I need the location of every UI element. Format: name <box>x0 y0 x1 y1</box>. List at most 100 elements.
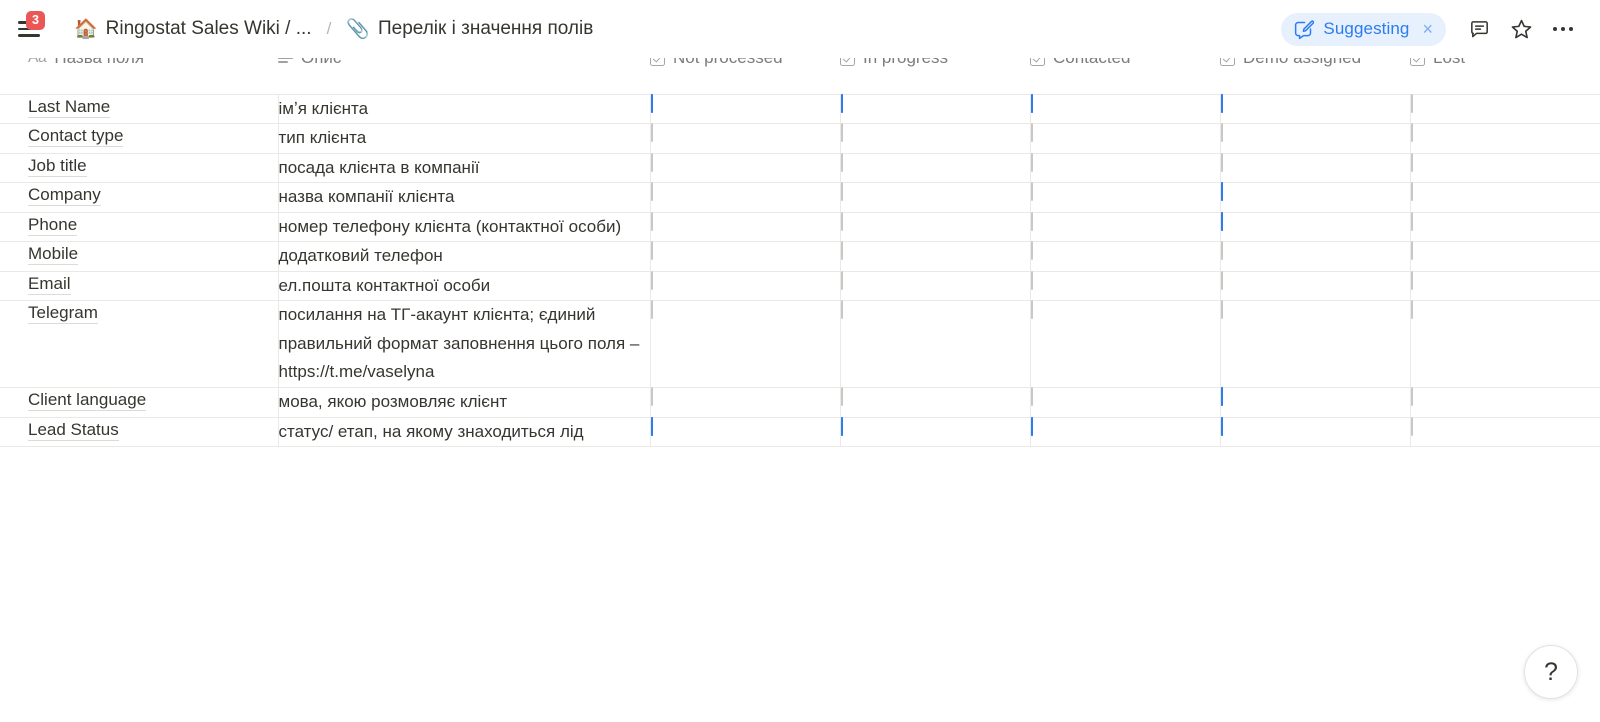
field-name-link[interactable]: Contact type <box>28 126 124 148</box>
checkbox-in-progress[interactable] <box>840 416 843 436</box>
cell-demo-assigned[interactable] <box>1220 416 1411 448</box>
checkbox-not-processed[interactable] <box>650 93 653 113</box>
cell-field-name[interactable]: Contact type <box>28 123 279 154</box>
checkbox-lost[interactable] <box>1410 416 1413 436</box>
checkbox-not-processed[interactable] <box>650 300 653 320</box>
cell-lost[interactable] <box>1410 211 1600 243</box>
checkbox-demo-assigned[interactable] <box>1220 123 1223 143</box>
cell-not-processed[interactable] <box>650 241 841 272</box>
column-header-not-processed[interactable]: Not processed <box>650 58 840 95</box>
breadcrumb-item-workspace[interactable]: 🏠 Ringostat Sales Wiki / ... <box>68 15 318 43</box>
cell-contacted[interactable] <box>1030 211 1221 243</box>
cell-lost[interactable] <box>1410 300 1600 388</box>
column-header-contacted[interactable]: Contacted <box>1030 58 1220 95</box>
column-header-description[interactable]: Опис <box>278 58 650 95</box>
field-name-link[interactable]: Last Name <box>28 96 111 118</box>
cell-lost[interactable] <box>1410 152 1600 184</box>
cell-field-name[interactable]: Last Name <box>28 94 279 125</box>
close-icon[interactable]: × <box>1422 20 1433 38</box>
suggesting-mode-pill[interactable]: Suggesting × <box>1281 12 1446 46</box>
cell-demo-assigned[interactable] <box>1220 123 1411 154</box>
cell-not-processed[interactable] <box>650 182 841 213</box>
cell-field-description[interactable]: назва компанії клієнта <box>278 182 651 213</box>
checkbox-not-processed[interactable] <box>650 211 653 231</box>
cell-contacted[interactable] <box>1030 300 1221 388</box>
field-name-link[interactable]: Telegram <box>28 303 98 325</box>
checkbox-lost[interactable] <box>1410 123 1413 143</box>
checkbox-in-progress[interactable] <box>840 182 843 202</box>
checkbox-contacted[interactable] <box>1030 123 1033 143</box>
cell-not-processed[interactable] <box>650 211 841 243</box>
cell-in-progress[interactable] <box>840 152 1031 184</box>
cell-in-progress[interactable] <box>840 182 1031 213</box>
field-name-link[interactable]: Client language <box>28 389 147 411</box>
cell-in-progress[interactable] <box>840 386 1031 418</box>
cell-not-processed[interactable] <box>650 123 841 154</box>
checkbox-in-progress[interactable] <box>840 123 843 143</box>
cell-lost[interactable] <box>1410 123 1600 154</box>
checkbox-in-progress[interactable] <box>840 270 843 290</box>
checkbox-contacted[interactable] <box>1030 270 1033 290</box>
checkbox-contacted[interactable] <box>1030 241 1033 261</box>
cell-contacted[interactable] <box>1030 270 1221 302</box>
checkbox-demo-assigned[interactable] <box>1220 416 1223 436</box>
cell-field-description[interactable]: посада клієнта в компанії <box>278 153 651 184</box>
checkbox-lost[interactable] <box>1410 386 1413 406</box>
cell-in-progress[interactable] <box>840 93 1031 125</box>
cell-in-progress[interactable] <box>840 270 1031 302</box>
cell-field-description[interactable]: посилання на ТГ-акаунт клієнта; єдиний п… <box>278 300 651 388</box>
checkbox-demo-assigned[interactable] <box>1220 386 1223 406</box>
column-header-lost[interactable]: Lost <box>1410 58 1600 95</box>
field-name-link[interactable]: Mobile <box>28 244 79 266</box>
cell-demo-assigned[interactable] <box>1220 241 1411 272</box>
cell-lost[interactable] <box>1410 416 1600 448</box>
column-header-name[interactable]: Aa Назва поля <box>28 58 278 95</box>
checkbox-not-processed[interactable] <box>650 270 653 290</box>
cell-field-description[interactable]: мова, якою розмовляє клієнт <box>278 387 651 418</box>
cell-demo-assigned[interactable] <box>1220 182 1411 213</box>
cell-contacted[interactable] <box>1030 93 1221 125</box>
field-name-link[interactable]: Lead Status <box>28 419 119 441</box>
checkbox-lost[interactable] <box>1410 270 1413 290</box>
checkbox-contacted[interactable] <box>1030 211 1033 231</box>
checkbox-lost[interactable] <box>1410 182 1413 202</box>
checkbox-demo-assigned[interactable] <box>1220 182 1223 202</box>
help-button[interactable]: ? <box>1524 645 1578 699</box>
favorite-button[interactable] <box>1502 10 1540 48</box>
cell-in-progress[interactable] <box>840 123 1031 154</box>
cell-demo-assigned[interactable] <box>1220 386 1411 418</box>
cell-field-name[interactable]: Lead Status <box>28 417 279 448</box>
cell-field-description[interactable]: тип клієнта <box>278 123 651 154</box>
checkbox-not-processed[interactable] <box>650 123 653 143</box>
cell-contacted[interactable] <box>1030 386 1221 418</box>
checkbox-contacted[interactable] <box>1030 152 1033 172</box>
checkbox-in-progress[interactable] <box>840 93 843 113</box>
field-name-link[interactable]: Phone <box>28 214 78 236</box>
checkbox-lost[interactable] <box>1410 152 1413 172</box>
cell-in-progress[interactable] <box>840 241 1031 272</box>
field-name-link[interactable]: Job title <box>28 155 87 177</box>
cell-contacted[interactable] <box>1030 123 1221 154</box>
checkbox-in-progress[interactable] <box>840 241 843 261</box>
cell-field-name[interactable]: Job title <box>28 153 279 184</box>
checkbox-not-processed[interactable] <box>650 386 653 406</box>
checkbox-contacted[interactable] <box>1030 93 1033 113</box>
cell-demo-assigned[interactable] <box>1220 270 1411 302</box>
checkbox-not-processed[interactable] <box>650 416 653 436</box>
cell-field-name[interactable]: Company <box>28 182 279 213</box>
cell-contacted[interactable] <box>1030 416 1221 448</box>
cell-field-name[interactable]: Client language <box>28 387 279 418</box>
cell-not-processed[interactable] <box>650 93 841 125</box>
checkbox-demo-assigned[interactable] <box>1220 270 1223 290</box>
cell-demo-assigned[interactable] <box>1220 300 1411 388</box>
cell-lost[interactable] <box>1410 386 1600 418</box>
cell-field-name[interactable]: Phone <box>28 212 279 243</box>
cell-contacted[interactable] <box>1030 241 1221 272</box>
checkbox-demo-assigned[interactable] <box>1220 211 1223 231</box>
cell-in-progress[interactable] <box>840 416 1031 448</box>
cell-contacted[interactable] <box>1030 152 1221 184</box>
cell-lost[interactable] <box>1410 93 1600 125</box>
checkbox-contacted[interactable] <box>1030 182 1033 202</box>
cell-lost[interactable] <box>1410 182 1600 213</box>
cell-field-description[interactable]: додатковий телефон <box>278 241 651 272</box>
